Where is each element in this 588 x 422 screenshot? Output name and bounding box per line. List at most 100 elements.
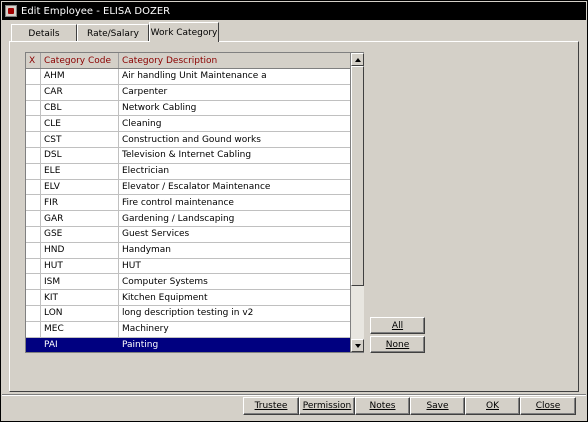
category-description-cell: Fire control maintenance <box>122 197 234 208</box>
category-code-cell: LON <box>41 305 119 321</box>
trustee-button[interactable]: Trustee <box>243 397 299 415</box>
arrow-up-icon <box>354 57 361 62</box>
table-row[interactable]: CAR Carpenter <box>26 84 350 101</box>
category-code-cell: GAR <box>41 211 119 226</box>
table-row[interactable]: HND Handyman <box>26 242 350 259</box>
category-description-cell: Air handling Unit Maintenance a <box>122 71 267 82</box>
tab-rate-salary[interactable]: Rate/Salary <box>77 24 149 42</box>
category-description-cell: Construction and Gound works <box>122 134 261 145</box>
grid-header: X Category Code Category Description <box>26 53 350 69</box>
table-row[interactable]: MEC Machinery <box>26 321 350 338</box>
row-checkbox-cell[interactable] <box>26 226 41 242</box>
category-code-cell: CST <box>41 132 119 147</box>
category-description-cell: Elevator / Escalator Maintenance <box>122 181 271 192</box>
row-checkbox-cell[interactable] <box>26 100 41 116</box>
category-code-cell: CLE <box>41 116 119 132</box>
grid-body: AHM Air handling Unit Maintenance a CAR Car… <box>26 69 350 352</box>
category-description-cell: Kitchen Equipment <box>122 292 208 303</box>
category-code-cell: HUT <box>41 258 119 274</box>
category-description-cell: Television & Internet Cabling <box>122 150 252 161</box>
column-header-code[interactable]: Category Code <box>41 53 119 68</box>
close-button[interactable]: Close <box>520 397 576 415</box>
category-description-cell: Network Cabling <box>122 102 197 113</box>
grid-scrollbar[interactable] <box>351 52 364 353</box>
ok-button[interactable]: OK <box>465 397 520 415</box>
row-checkbox-cell[interactable] <box>26 179 41 195</box>
category-description-cell: Machinery <box>122 324 169 335</box>
table-row[interactable]: LON long description testing in v2 <box>26 305 350 322</box>
category-description-cell: Painting <box>122 339 159 350</box>
category-description-cell: Cleaning <box>122 118 162 129</box>
category-code-cell: FIR <box>41 195 119 211</box>
category-code-cell: GSE <box>41 226 119 242</box>
table-row[interactable]: DSL Television & Internet Cabling <box>26 147 350 164</box>
scroll-down-button[interactable] <box>351 339 364 352</box>
category-description-cell: Gardening / Landscaping <box>122 213 235 224</box>
category-description-cell: Guest Services <box>122 229 190 240</box>
table-row[interactable]: CLE Cleaning <box>26 116 350 133</box>
row-checkbox-cell[interactable] <box>26 195 41 211</box>
row-checkbox-cell[interactable] <box>26 274 41 290</box>
edit-employee-window: Edit Employee - ELISA DOZER Details Rate… <box>0 0 588 422</box>
category-code-cell: ELV <box>41 179 119 195</box>
table-row[interactable]: CST Construction and Gound works <box>26 132 350 148</box>
category-code-cell: DSL <box>41 147 119 163</box>
work-category-grid[interactable]: X Category Code Category Description AHM… <box>25 52 351 353</box>
table-row[interactable]: GSE Guest Services <box>26 226 350 243</box>
app-icon <box>5 5 17 17</box>
row-checkbox-cell[interactable] <box>26 258 41 274</box>
select-all-button[interactable]: All <box>370 317 425 334</box>
category-code-cell: CAR <box>41 84 119 100</box>
scroll-thumb[interactable] <box>351 66 364 286</box>
category-code-cell: HND <box>41 242 119 258</box>
category-description-cell: Handyman <box>122 245 172 256</box>
category-code-cell: MEC <box>41 321 119 337</box>
row-checkbox-cell[interactable] <box>26 116 41 132</box>
save-button[interactable]: Save <box>410 397 465 415</box>
permission-button[interactable]: Permission <box>299 397 355 415</box>
title-bar: Edit Employee - ELISA DOZER <box>2 2 586 20</box>
table-row[interactable]: AHM Air handling Unit Maintenance a <box>26 69 350 85</box>
window-title: Edit Employee - ELISA DOZER <box>21 5 171 17</box>
row-checkbox-cell[interactable] <box>26 84 41 100</box>
column-header-x[interactable]: X <box>26 53 41 68</box>
category-description-cell: Electrician <box>122 166 170 177</box>
table-row[interactable]: GAR Gardening / Landscaping <box>26 211 350 227</box>
arrow-down-icon <box>354 343 361 348</box>
category-code-cell: PAI <box>41 337 119 352</box>
select-none-button[interactable]: None <box>370 336 425 353</box>
row-checkbox-cell[interactable] <box>26 337 41 352</box>
row-checkbox-cell[interactable] <box>26 132 41 147</box>
table-row[interactable]: FIR Fire control maintenance <box>26 195 350 212</box>
column-header-description[interactable]: Category Description <box>119 53 350 68</box>
category-description-cell: long description testing in v2 <box>122 308 254 319</box>
table-row[interactable]: ELE Electrician <box>26 163 350 180</box>
table-row[interactable]: HUT HUT <box>26 258 350 275</box>
row-checkbox-cell[interactable] <box>26 211 41 226</box>
category-code-cell: AHM <box>41 69 119 84</box>
category-description-cell: HUT <box>122 260 141 271</box>
category-description-cell: Carpenter <box>122 87 168 98</box>
tab-work-category[interactable]: Work Category <box>149 22 219 42</box>
row-checkbox-cell[interactable] <box>26 305 41 321</box>
row-checkbox-cell[interactable] <box>26 321 41 337</box>
table-row[interactable]: ELV Elevator / Escalator Maintenance <box>26 179 350 196</box>
category-code-cell: CBL <box>41 100 119 116</box>
row-checkbox-cell[interactable] <box>26 290 41 305</box>
footer-divider-highlight <box>2 395 586 396</box>
category-description-cell: Computer Systems <box>122 276 208 287</box>
category-code-cell: KIT <box>41 290 119 305</box>
category-code-cell: ISM <box>41 274 119 290</box>
category-code-cell: ELE <box>41 163 119 179</box>
notes-button[interactable]: Notes <box>355 397 410 415</box>
tab-details[interactable]: Details <box>11 24 77 42</box>
row-checkbox-cell[interactable] <box>26 69 41 84</box>
table-row[interactable]: ISM Computer Systems <box>26 274 350 291</box>
table-row[interactable]: PAI Painting <box>26 337 350 352</box>
scroll-up-button[interactable] <box>351 53 364 66</box>
table-row[interactable]: KIT Kitchen Equipment <box>26 290 350 306</box>
row-checkbox-cell[interactable] <box>26 242 41 258</box>
table-row[interactable]: CBL Network Cabling <box>26 100 350 117</box>
row-checkbox-cell[interactable] <box>26 147 41 163</box>
row-checkbox-cell[interactable] <box>26 163 41 179</box>
